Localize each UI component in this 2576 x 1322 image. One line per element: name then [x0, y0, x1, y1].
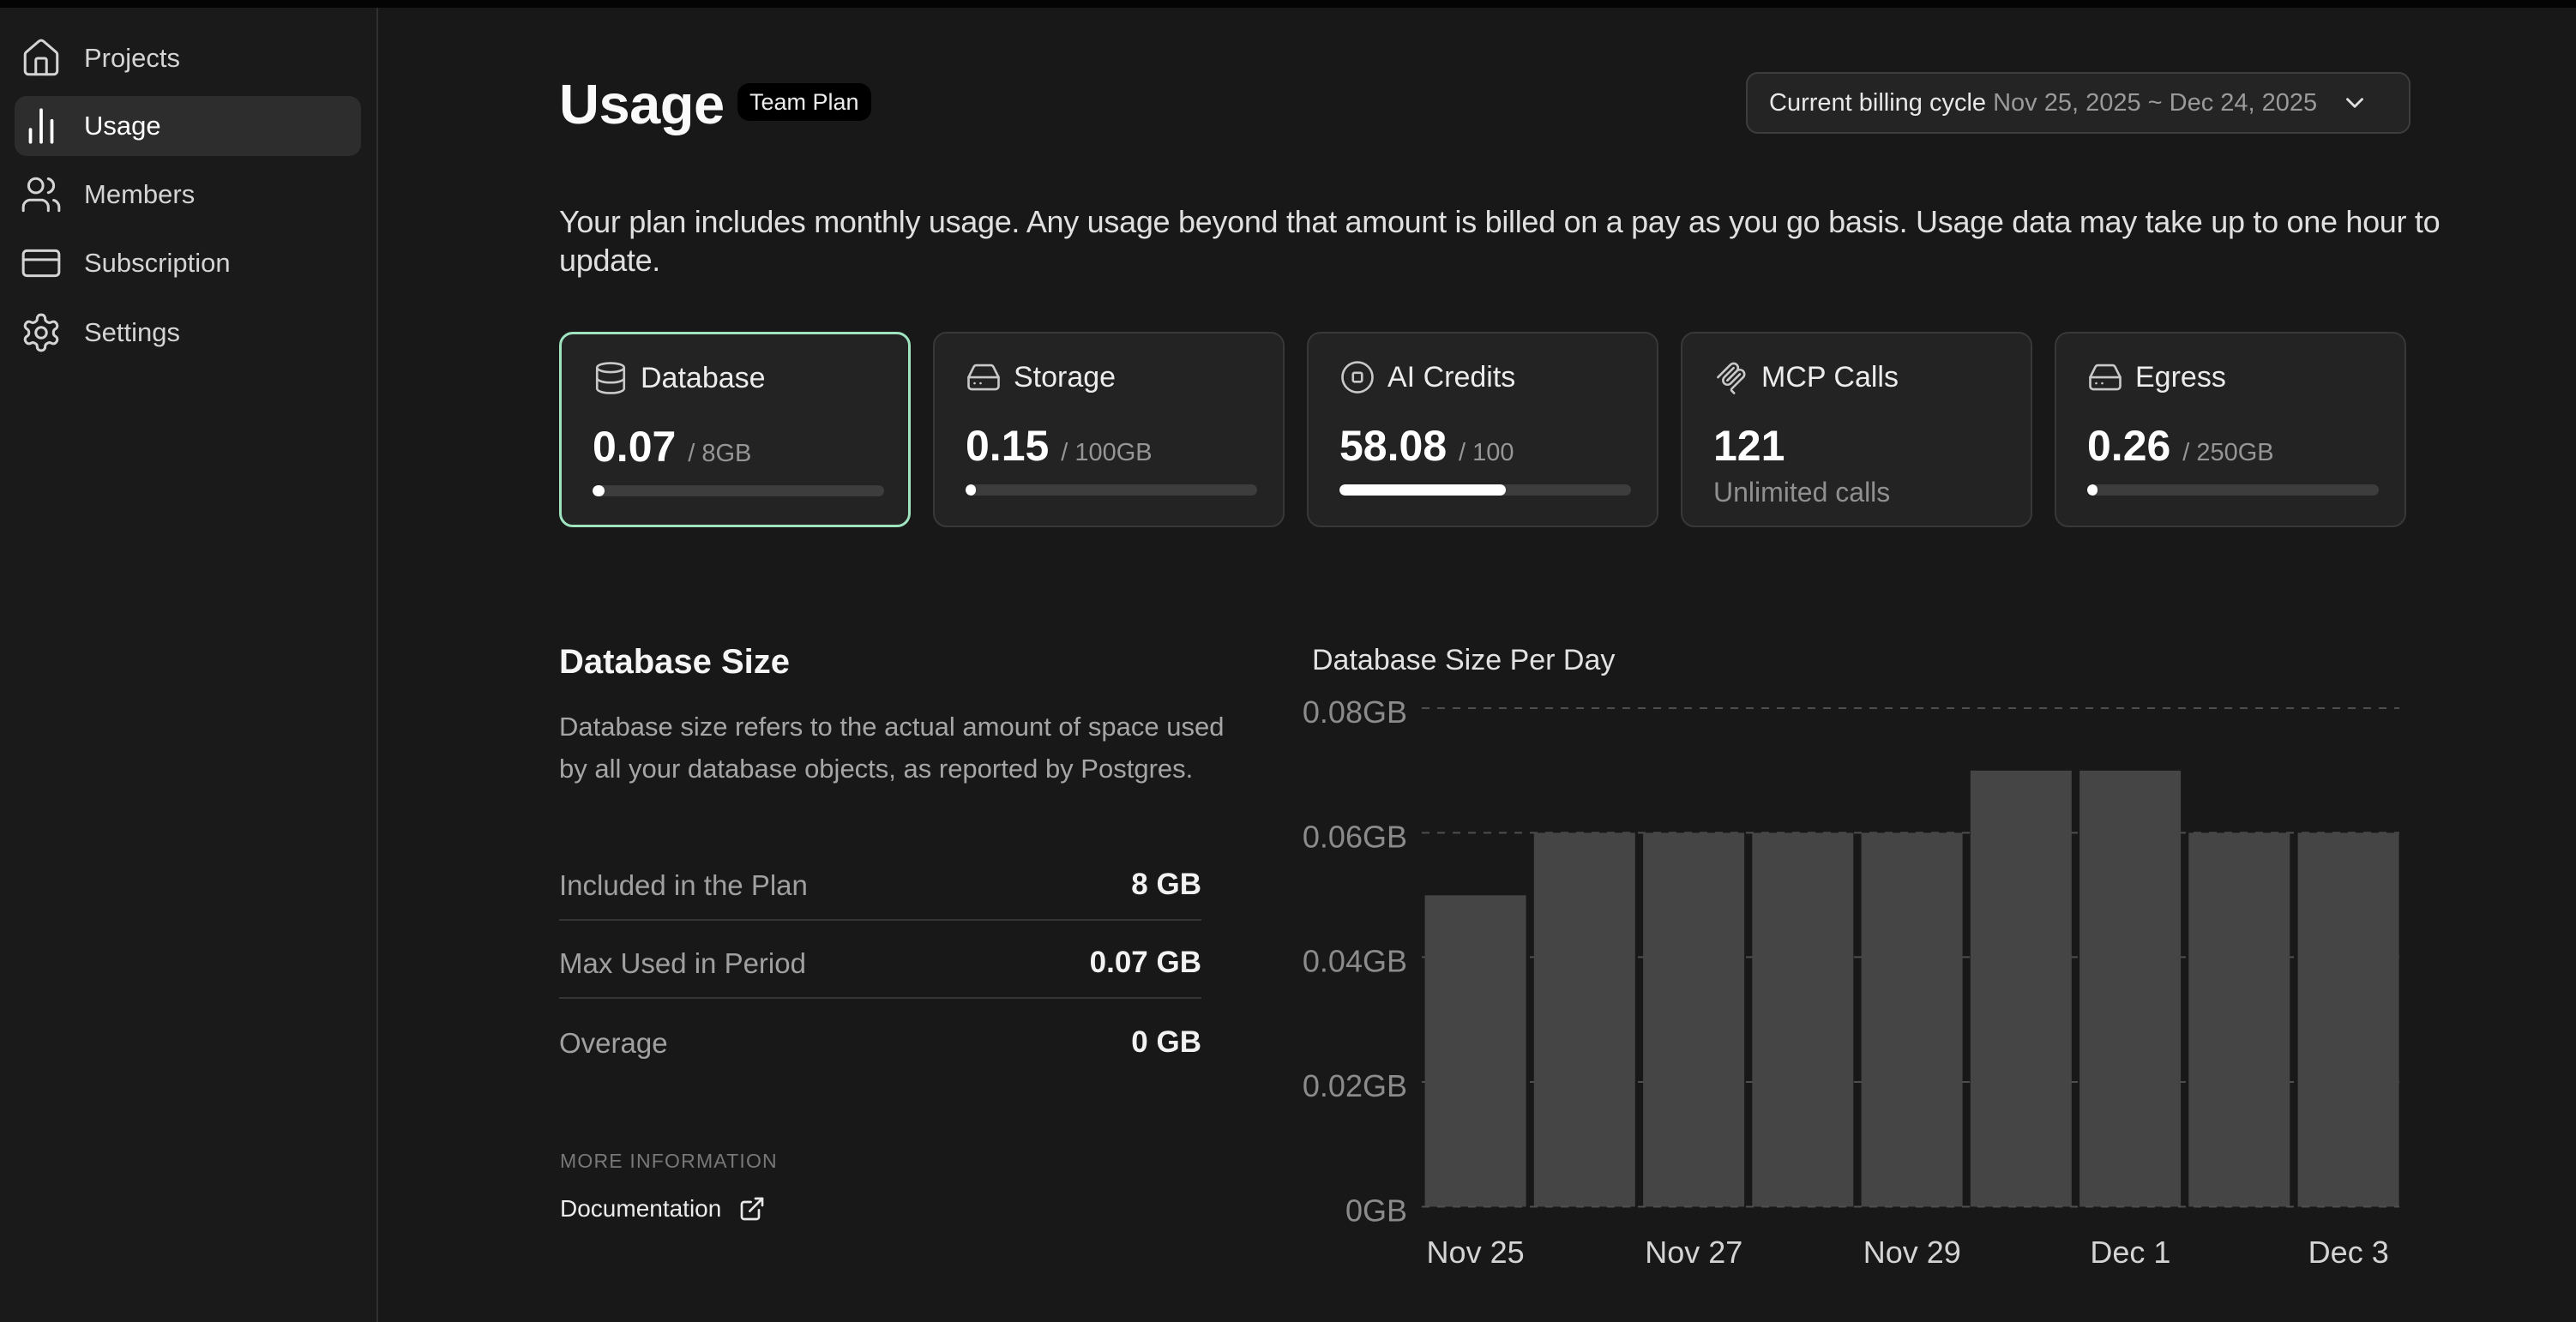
svg-text:Dec 1: Dec 1: [2090, 1235, 2170, 1270]
svg-text:0.06GB: 0.06GB: [1303, 819, 1407, 854]
svg-text:0.08GB: 0.08GB: [1303, 694, 1407, 730]
svg-text:Nov 27: Nov 27: [1645, 1235, 1742, 1270]
svg-text:Dec 3: Dec 3: [2308, 1235, 2389, 1270]
svg-text:Nov 29: Nov 29: [1863, 1235, 1961, 1270]
svg-text:0.04GB: 0.04GB: [1303, 943, 1407, 978]
svg-text:0.02GB: 0.02GB: [1303, 1068, 1407, 1103]
svg-text:Nov 25: Nov 25: [1427, 1235, 1525, 1270]
svg-text:0GB: 0GB: [1345, 1193, 1407, 1229]
